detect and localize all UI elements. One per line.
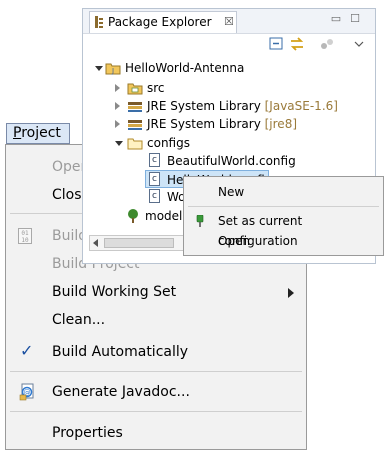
tree-item-jre-library-javase16[interactable]: JRE System Library [JavaSE-1.6] [115, 97, 375, 115]
folder-icon [127, 138, 143, 150]
menu-item-label: Build Working Set [52, 284, 177, 300]
collapse-all-icon[interactable] [269, 37, 285, 51]
tree-item-label: model [145, 209, 183, 223]
tab-package-explorer[interactable]: Package Explorer ☒ [89, 11, 237, 33]
tree-item-jre-library-jre8[interactable]: JRE System Library [jre8] [115, 115, 375, 133]
menu-separator [188, 206, 379, 207]
context-item-new[interactable]: New [184, 182, 383, 202]
tree-item-beautifulworld-config[interactable]: c BeautifulWorld.config [145, 152, 345, 170]
tree-item-label: JRE System Library [147, 99, 261, 113]
view-tab-bar: Package Explorer ☒ ▭ ☐ [83, 9, 375, 34]
project-menu-title-rest: roject [21, 125, 61, 141]
expanded-arrow-icon[interactable] [95, 66, 103, 71]
tree-item-src[interactable]: src [115, 79, 315, 97]
context-item-label: New [218, 185, 245, 199]
menu-item-label: Clean... [52, 312, 106, 328]
tree-item-decoration: [JavaSE-1.6] [264, 99, 338, 113]
menu-item-label: Generate Javadoc... [52, 384, 190, 400]
tree-item-decoration: [jre8] [264, 117, 298, 131]
submenu-arrow-icon [288, 288, 294, 298]
config-file-icon: c [149, 153, 160, 167]
tree-item-model[interactable]: model [125, 207, 185, 225]
tree-item-label: BeautifulWorld.config [167, 154, 296, 168]
svg-text:J: J [111, 67, 114, 75]
collapsed-arrow-icon[interactable] [115, 102, 120, 110]
view-menu-chevron-down-icon[interactable] [351, 37, 367, 51]
library-icon [128, 120, 142, 130]
expanded-arrow-icon[interactable] [115, 141, 123, 146]
context-item-open[interactable]: Open [184, 231, 383, 251]
build-binary-icon: 01 10 [18, 228, 32, 244]
tree-item-label: JRE System Library [147, 117, 261, 131]
menu-item-build-automatically[interactable]: ✓ Build Automatically [6, 338, 306, 366]
model-tree-icon [128, 209, 138, 223]
config-file-icon: c [149, 189, 160, 203]
link-with-editor-icon[interactable] [289, 37, 305, 51]
collapsed-arrow-icon[interactable] [115, 120, 120, 128]
focus-working-set-icon[interactable] [319, 37, 335, 51]
library-icon [128, 102, 142, 112]
menu-item-label: Properties [52, 425, 123, 441]
menu-separator [10, 371, 302, 372]
javadoc-icon: @ [19, 383, 34, 401]
minimize-icon[interactable]: ▭ [330, 13, 342, 25]
tree-item-label: src [147, 81, 165, 95]
package-explorer-icon [95, 16, 103, 28]
menu-item-clean[interactable]: Clean... [6, 306, 306, 334]
pin-icon [196, 215, 204, 227]
checkmark-icon: ✓ [20, 341, 34, 360]
project-menu-title[interactable]: Project [6, 123, 70, 144]
tree-item-configs[interactable]: configs [115, 134, 315, 152]
config-file-icon: c [149, 172, 160, 186]
view-toolbar [83, 33, 375, 55]
project-menu-mnemonic: P [13, 125, 22, 141]
close-icon[interactable]: ☒ [224, 12, 234, 32]
project-icon: J [105, 63, 121, 75]
tree-item-label: HelloWorld-Antenna [125, 61, 245, 75]
context-item-label: Open [218, 234, 251, 248]
maximize-icon[interactable]: ☐ [349, 13, 361, 25]
menu-separator [10, 411, 302, 412]
context-item-set-as-current-configuration[interactable]: Set as current configuration [184, 211, 383, 248]
tree-item-wo-config[interactable]: c Wo [145, 188, 186, 206]
menu-item-generate-javadoc[interactable]: @ Generate Javadoc... [6, 378, 306, 406]
scroll-left-arrow-icon[interactable] [93, 239, 98, 247]
source-folder-icon [127, 83, 143, 95]
tab-title: Package Explorer [108, 15, 212, 29]
tree-item-label: configs [147, 136, 190, 150]
collapsed-arrow-icon[interactable] [115, 84, 120, 92]
menu-item-properties[interactable]: Properties [6, 419, 306, 447]
tree-item-project[interactable]: J HelloWorld-Antenna [95, 59, 295, 77]
scrollbar-thumb[interactable] [104, 238, 174, 248]
context-menu: New Set as current configuration Open [183, 176, 384, 256]
menu-item-label: Build Automatically [52, 344, 189, 360]
menu-item-build-working-set[interactable]: Build Working Set [6, 278, 306, 306]
